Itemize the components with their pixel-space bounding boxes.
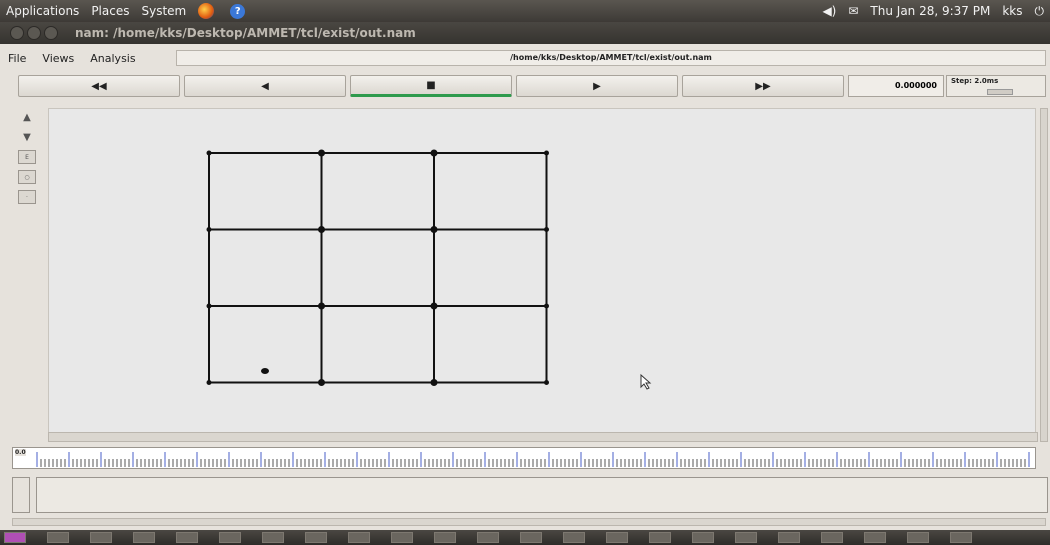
system-menu[interactable]: System xyxy=(141,4,186,18)
mobile-node[interactable] xyxy=(261,368,269,374)
panel-right: ◀) ✉ Thu Jan 28, 9:37 PM kks ⏻ xyxy=(810,4,1044,19)
network-node[interactable] xyxy=(430,149,438,157)
zoom-out-icon[interactable]: ▼ xyxy=(18,130,36,144)
record-icon[interactable]: · xyxy=(18,190,36,204)
top-panel: Applications Places System ? ◀) ✉ Thu Ja… xyxy=(0,0,1050,22)
network-node[interactable] xyxy=(544,227,549,232)
network-node[interactable] xyxy=(544,303,549,309)
menu-analysis[interactable]: Analysis xyxy=(82,52,143,65)
step-back-button[interactable]: ◀ xyxy=(184,75,346,97)
firefox-icon[interactable] xyxy=(198,3,218,19)
taskbar-window-button[interactable] xyxy=(348,532,370,543)
canvas-vertical-scrollbar[interactable] xyxy=(1040,108,1048,442)
network-node[interactable] xyxy=(318,302,325,310)
canvas-horizontal-scrollbar[interactable] xyxy=(48,432,1038,442)
annotation-scroll[interactable] xyxy=(12,477,30,513)
user-menu[interactable]: kks xyxy=(1002,4,1022,18)
time-display: 0.000000 xyxy=(848,75,944,97)
taskbar-window-button[interactable] xyxy=(692,532,714,543)
clock[interactable]: Thu Jan 28, 9:37 PM xyxy=(870,4,990,18)
network-canvas[interactable] xyxy=(48,108,1036,442)
edit-icon[interactable]: E xyxy=(18,150,36,164)
taskbar-window-button[interactable] xyxy=(4,532,26,543)
network-node[interactable] xyxy=(206,303,212,309)
taskbar-window-button[interactable] xyxy=(47,532,69,543)
minimize-window-button[interactable] xyxy=(27,26,41,40)
taskbar-window-button[interactable] xyxy=(649,532,671,543)
applications-menu[interactable]: Applications xyxy=(6,4,79,18)
taskbar-window-button[interactable] xyxy=(133,532,155,543)
network-node[interactable] xyxy=(206,380,212,385)
monitor-icon[interactable]: ○ xyxy=(18,170,36,184)
menu-views[interactable]: Views xyxy=(34,52,82,65)
network-node[interactable] xyxy=(206,150,212,156)
timeline-label: 0.0 xyxy=(15,449,26,456)
stop-button[interactable]: ■ xyxy=(350,75,512,97)
taskbar-window-button[interactable] xyxy=(305,532,327,543)
maximize-window-button[interactable] xyxy=(44,26,58,40)
volume-icon[interactable]: ◀) xyxy=(822,4,836,18)
taskbar-window-button[interactable] xyxy=(219,532,241,543)
playback-controls: ◀◀ ◀ ■ ▶ ▶▶ 0.000000 Step: 2.0ms xyxy=(0,72,1050,100)
network-node[interactable] xyxy=(430,302,438,310)
step-control[interactable]: Step: 2.0ms xyxy=(946,75,1046,97)
rewind-button[interactable]: ◀◀ xyxy=(18,75,180,97)
fast-forward-button[interactable]: ▶▶ xyxy=(682,75,844,97)
timeline-ticks xyxy=(36,452,1030,467)
places-menu[interactable]: Places xyxy=(91,4,129,18)
menubar: File Views Analysis /home/kks/Desktop/AM… xyxy=(0,48,1050,68)
filepath-display: /home/kks/Desktop/AMMET/tcl/exist/out.na… xyxy=(176,50,1046,66)
menu-file[interactable]: File xyxy=(0,52,34,65)
network-node[interactable] xyxy=(318,226,325,233)
network-node[interactable] xyxy=(430,379,438,386)
taskbar-window-button[interactable] xyxy=(821,532,843,543)
power-icon[interactable]: ⏻ xyxy=(1035,4,1045,19)
step-slider[interactable] xyxy=(987,89,1013,95)
taskbar-window-button[interactable] xyxy=(907,532,929,543)
taskbar-window-button[interactable] xyxy=(434,532,456,543)
taskbar-window-button[interactable] xyxy=(778,532,800,543)
taskbar-window-button[interactable] xyxy=(262,532,284,543)
taskbar-window-button[interactable] xyxy=(520,532,542,543)
network-topology xyxy=(206,149,652,390)
taskbar-window-button[interactable] xyxy=(563,532,585,543)
play-button[interactable]: ▶ xyxy=(516,75,678,97)
taskbar xyxy=(0,530,1050,545)
taskbar-window-button[interactable] xyxy=(176,532,198,543)
timeline-slider[interactable]: 0.0 xyxy=(12,447,1036,469)
mouse-cursor-icon xyxy=(640,373,652,390)
annotation-panel[interactable] xyxy=(36,477,1048,513)
taskbar-window-button[interactable] xyxy=(864,532,886,543)
network-node[interactable] xyxy=(318,379,325,386)
taskbar-window-button[interactable] xyxy=(477,532,499,543)
taskbar-window-button[interactable] xyxy=(950,532,972,543)
window-title: nam: /home/kks/Desktop/AMMET/tcl/exist/o… xyxy=(75,26,416,40)
network-node[interactable] xyxy=(544,150,549,156)
step-label: Step: 2.0ms xyxy=(951,77,999,85)
left-toolbar: ▲ ▼ E ○ · xyxy=(14,110,40,210)
mail-icon[interactable]: ✉ xyxy=(848,4,858,18)
taskbar-window-button[interactable] xyxy=(735,532,757,543)
help-icon[interactable]: ? xyxy=(230,3,246,19)
network-node[interactable] xyxy=(206,227,212,232)
annotation-horizontal-scrollbar[interactable] xyxy=(12,518,1046,526)
taskbar-window-button[interactable] xyxy=(391,532,413,543)
network-node[interactable] xyxy=(318,149,325,157)
close-window-button[interactable] xyxy=(10,26,24,40)
network-node[interactable] xyxy=(544,380,549,385)
taskbar-window-button[interactable] xyxy=(606,532,628,543)
taskbar-window-button[interactable] xyxy=(90,532,112,543)
network-node[interactable] xyxy=(430,226,438,233)
zoom-in-icon[interactable]: ▲ xyxy=(18,110,36,124)
window-titlebar[interactable]: nam: /home/kks/Desktop/AMMET/tcl/exist/o… xyxy=(0,22,1050,44)
